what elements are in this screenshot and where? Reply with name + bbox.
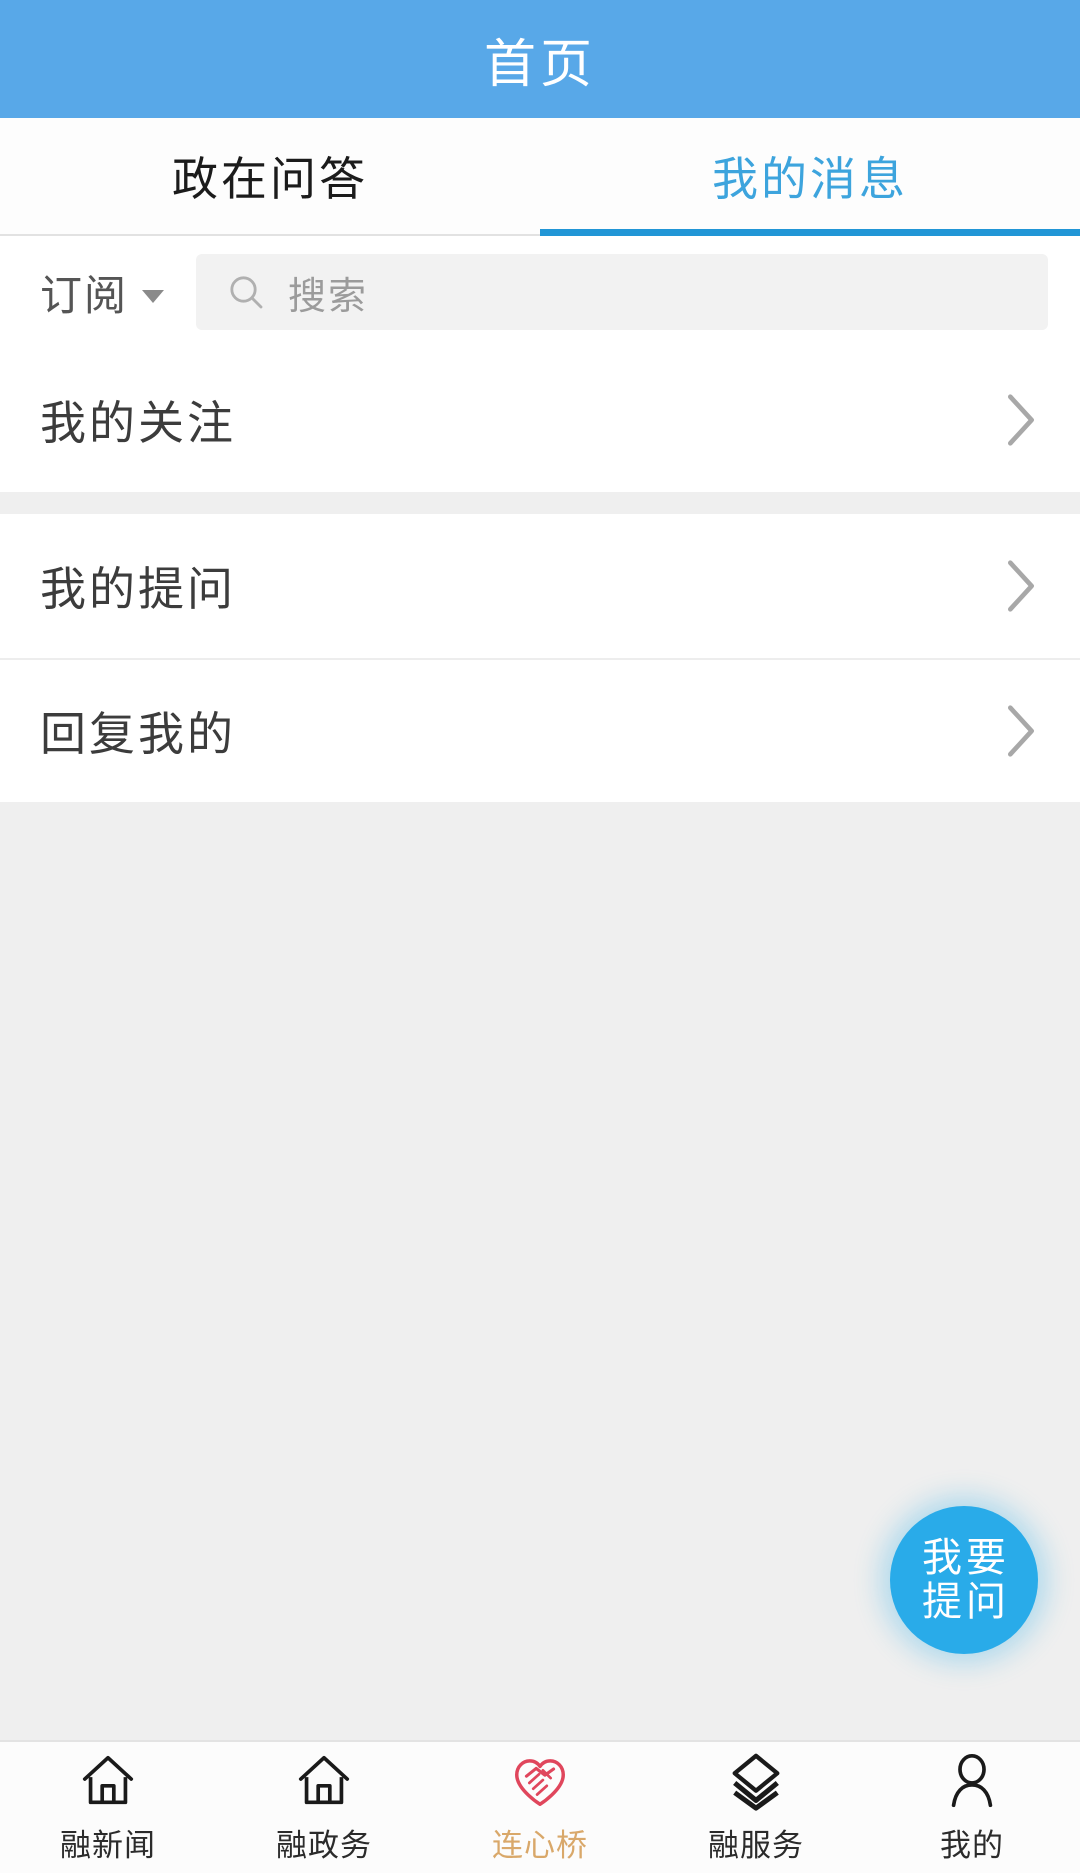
fab-char-2: 要: [966, 1536, 1006, 1580]
chevron-right-icon: [1007, 705, 1034, 757]
list-item-label: 回复我的: [40, 708, 236, 760]
fab-char-1: 我: [922, 1536, 962, 1580]
chevron-right-icon: [1007, 394, 1034, 446]
search-input[interactable]: 搜索: [196, 254, 1048, 330]
search-row: 订阅 搜索: [0, 236, 1080, 348]
search-icon: [230, 276, 263, 309]
list-item-my-follows[interactable]: 我的关注: [0, 348, 1080, 492]
nav-item-rongfuwu[interactable]: 融服务: [648, 1742, 864, 1873]
nav-item-wode[interactable]: 我的: [864, 1742, 1080, 1873]
list-group-questions: 我的提问 回复我的: [0, 514, 1080, 802]
subscribe-dropdown[interactable]: 订阅: [40, 262, 165, 323]
list-group-follows: 我的关注: [0, 348, 1080, 492]
subscribe-label: 订阅: [40, 271, 129, 319]
tab-label: 我的消息: [712, 153, 908, 205]
fab-char-3: 提: [922, 1580, 962, 1624]
message-list: 我的关注 我的提问 回复我的: [0, 348, 1080, 802]
person-icon: [951, 1753, 993, 1808]
page-title: 首页: [483, 35, 596, 94]
nav-item-rongxinwen[interactable]: 融新闻: [0, 1742, 216, 1873]
nav-item-lianxinqiao[interactable]: 连心桥: [432, 1742, 648, 1873]
heart-handshake-icon: [515, 1759, 565, 1806]
bottom-navigation: 融新闻 融政务 连心桥 融服务 我的: [0, 1740, 1080, 1873]
nav-item-label: 融新闻: [60, 1828, 156, 1863]
nav-item-label: 连心桥: [492, 1828, 588, 1863]
ask-question-label: 我 要 提 问: [922, 1537, 1006, 1623]
list-item-label: 我的关注: [40, 397, 236, 449]
list-item-replies-to-me[interactable]: 回复我的: [0, 658, 1080, 802]
list-item-my-questions[interactable]: 我的提问: [0, 514, 1080, 658]
chevron-right-icon: [1007, 560, 1034, 612]
tab-indicator: [540, 229, 1080, 236]
nav-item-rongzhengwu[interactable]: 融政务: [216, 1742, 432, 1873]
fab-char-4: 问: [966, 1580, 1006, 1624]
search-placeholder: 搜索: [288, 275, 369, 318]
app-root: 首页 政在问答 我的消息 订阅 搜索 我的关注 我的提问 回复我的 我 要 提 …: [0, 0, 1080, 1873]
tab-label: 政在问答: [172, 153, 368, 205]
tab-bar: 政在问答 我的消息: [0, 118, 1080, 236]
list-item-label: 我的提问: [40, 563, 236, 615]
ask-question-button[interactable]: 我 要 提 问: [890, 1506, 1038, 1654]
layers-icon: [732, 1753, 780, 1811]
home-icon: [82, 1755, 134, 1805]
nav-item-label: 融政务: [276, 1828, 372, 1863]
app-header: 首页: [0, 0, 1080, 118]
list-section-divider: [0, 492, 1080, 514]
tab-zhengzaiwenda[interactable]: 政在问答: [0, 118, 540, 234]
home-icon: [298, 1755, 350, 1805]
caret-down-icon: [142, 289, 165, 303]
tab-wodexiaoxi[interactable]: 我的消息: [540, 118, 1080, 236]
nav-item-label: 我的: [940, 1828, 1004, 1863]
content-area: 我 要 提 问: [0, 802, 1080, 1740]
nav-item-label: 融服务: [708, 1828, 804, 1863]
